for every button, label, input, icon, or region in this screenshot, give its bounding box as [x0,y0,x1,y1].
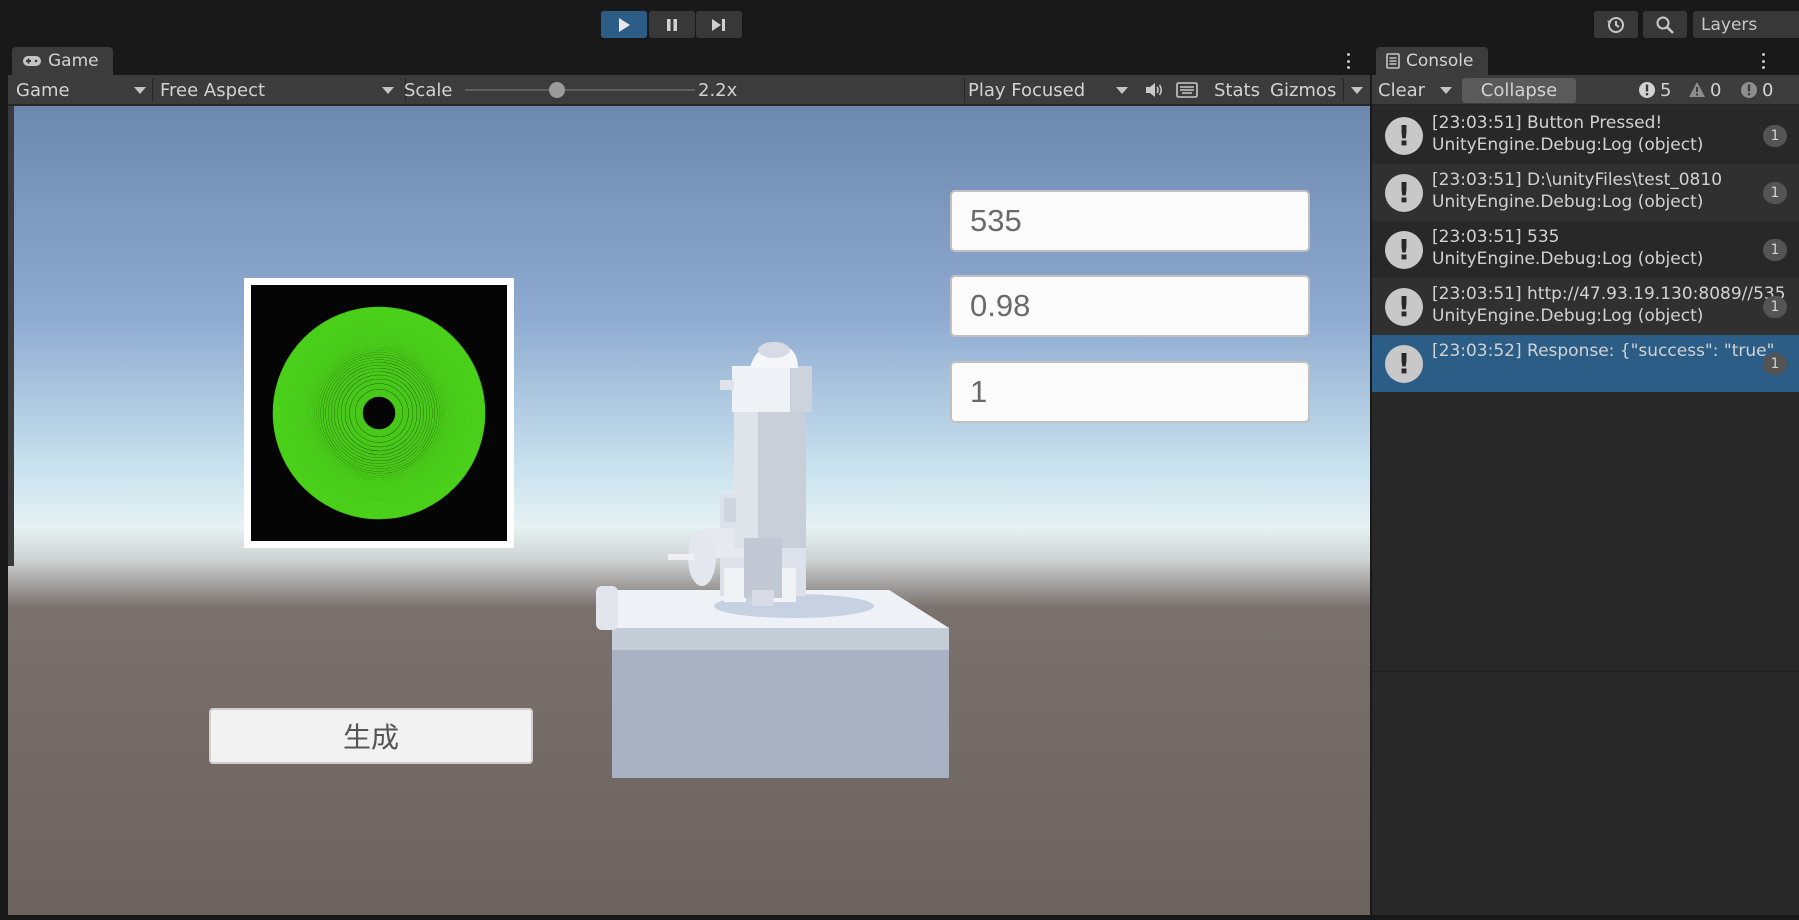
game-view-controls: Game Free Aspect Scale 2.2x Play Focused… [8,75,1370,105]
log-message: [23:03:51] 535 [1432,227,1560,247]
step-button[interactable] [696,11,742,38]
tab-game-label: Game [48,51,99,71]
play-button[interactable] [601,11,647,38]
info-count: 5 [1660,79,1672,101]
chevron-down-icon [1116,87,1128,94]
log-message: [23:03:51] D:\unityFiles\test_0810 [1432,170,1723,190]
console-detail-pane [1372,672,1799,915]
speaker-icon [1146,83,1163,97]
layers-dropdown[interactable]: Layers [1693,11,1799,38]
play-icon [619,17,630,32]
stats-button[interactable]: Stats [1214,75,1260,105]
log-entry[interactable]: [23:03:51] Button Pressed! UnityEngine.D… [1372,107,1799,164]
pause-icon [667,18,677,31]
main-toolbar: Layers [0,0,1799,47]
log-message: [23:03:51] http://47.93.19.130:8089//535 [1432,284,1786,304]
console-panel: Console Clear Collapse 5 0 0 [23:03:51] … [1372,47,1799,915]
clear-button[interactable]: Clear [1378,75,1425,105]
log-message: [23:03:52] Response: {"success": "true", [1432,341,1780,361]
log-stack: UnityEngine.Debug:Log (object) [1432,135,1704,155]
log-stack: UnityEngine.Debug:Log (object) [1432,306,1704,326]
display-dropdown[interactable]: Game [16,75,148,105]
scale-value: 2.2x [698,79,738,101]
log-entry[interactable]: [23:03:51] 535 UnityEngine.Debug:Log (ob… [1372,221,1799,278]
tab-game[interactable]: Game [12,47,113,75]
ring-center [367,401,391,425]
gizmos-button[interactable]: Gizmos [1270,75,1336,105]
scale-slider-track[interactable] [465,89,695,91]
info-icon [1385,288,1423,326]
warning-count-toggle[interactable]: 0 [1688,75,1721,105]
log-entry[interactable]: [23:03:51] http://47.93.19.130:8089//535… [1372,278,1799,335]
ring-pattern-image [251,285,507,541]
error-count: 0 [1762,79,1774,101]
mute-audio-button[interactable] [1142,75,1166,105]
log-stack: UnityEngine.Debug:Log (object) [1432,249,1704,269]
history-icon [1607,16,1624,33]
error-icon [1741,82,1757,98]
info-icon [1639,82,1655,98]
play-mode-dropdown[interactable]: Play Focused [968,75,1134,105]
log-message: [23:03:51] Button Pressed! [1432,113,1663,133]
tab-console[interactable]: Console [1376,47,1488,75]
display-dropdown-value: Game [16,79,70,101]
clear-options-chevron-icon[interactable] [1440,87,1452,94]
shortcuts-button[interactable] [1174,75,1200,105]
log-count-badge: 1 [1763,296,1787,318]
chevron-down-icon [134,87,146,94]
warning-icon [1689,82,1705,97]
log-count-badge: 1 [1763,239,1787,261]
info-count-toggle[interactable]: 5 [1638,75,1671,105]
layers-label: Layers [1701,14,1758,35]
info-icon [1385,345,1423,383]
generate-button[interactable]: 生成 [209,708,533,764]
error-count-toggle[interactable]: 0 [1740,75,1773,105]
history-button[interactable] [1594,11,1638,38]
ratio-input[interactable]: 0.98 [950,275,1310,337]
count-input[interactable]: 1 [950,361,1310,423]
log-entry-selected[interactable]: [23:03:52] Response: {"success": "true",… [1372,335,1799,392]
info-icon [1385,231,1423,269]
gamepad-icon [23,56,41,66]
tab-console-label: Console [1406,51,1474,71]
keyboard-icon [1176,82,1198,98]
log-count-badge: 1 [1763,353,1787,375]
scale-slider-handle[interactable] [549,82,565,98]
log-count-badge: 1 [1763,125,1787,147]
console-log-list: [23:03:51] Button Pressed! UnityEngine.D… [1372,107,1799,672]
game-panel: Game Game Free Aspect Scale 2.2x Play Fo… [8,47,1370,915]
collapse-button[interactable]: Collapse [1462,78,1576,103]
console-panel-menu-icon[interactable] [1758,51,1768,71]
play-mode-value: Play Focused [968,79,1086,101]
game-tabbar: Game [8,47,1370,75]
chevron-down-icon [382,87,394,94]
aspect-dropdown[interactable]: Free Aspect [160,75,400,105]
search-icon [1656,16,1674,34]
game-panel-menu-icon[interactable] [1343,51,1353,71]
warning-count: 0 [1710,79,1722,101]
pause-button[interactable] [649,11,695,38]
wavelength-input[interactable]: 535 [950,190,1310,252]
gizmos-dropdown-chevron-icon[interactable] [1351,87,1363,94]
log-entry[interactable]: [23:03:51] D:\unityFiles\test_0810 Unity… [1372,164,1799,221]
interference-image [244,278,514,548]
console-tabbar: Console [1372,47,1799,75]
info-icon [1385,174,1423,212]
step-icon [712,18,725,31]
scale-label: Scale [404,79,453,101]
game-viewport[interactable]: 535 0.98 1 生成 [8,106,1370,915]
microscope-model [596,342,949,778]
search-button[interactable] [1643,11,1687,38]
console-icon [1386,53,1400,69]
log-count-badge: 1 [1763,182,1787,204]
info-icon [1385,117,1423,155]
aspect-dropdown-value: Free Aspect [160,79,266,101]
console-toolbar: Clear Collapse 5 0 0 [1372,75,1799,105]
log-stack: UnityEngine.Debug:Log (object) [1432,192,1704,212]
